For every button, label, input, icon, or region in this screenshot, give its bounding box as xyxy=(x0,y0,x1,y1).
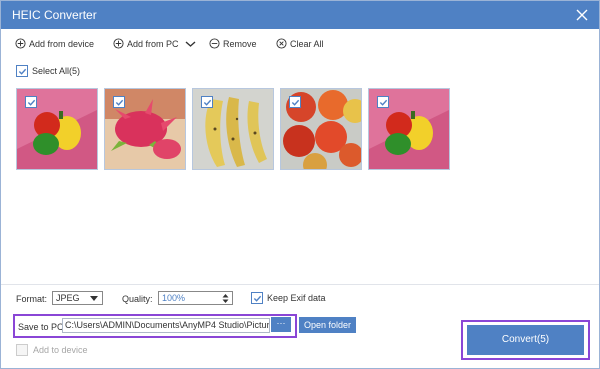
format-select[interactable]: JPEG xyxy=(52,291,103,305)
add-from-pc-button[interactable]: Add from PC xyxy=(113,38,196,49)
checkbox-checked-icon[interactable] xyxy=(289,96,301,108)
spin-arrows-icon[interactable] xyxy=(222,293,229,304)
add-to-device-label: Add to device xyxy=(33,345,88,355)
dropdown-arrow-icon xyxy=(90,296,98,301)
toolbar: Add from device Add from PC Remove Clear… xyxy=(1,29,599,57)
heic-converter-window: HEIC Converter Add from device Add from … xyxy=(0,0,600,369)
open-folder-button[interactable]: Open folder xyxy=(299,317,356,333)
add-from-device-label: Add from device xyxy=(29,38,95,49)
add-from-pc-label: Add from PC xyxy=(127,38,179,49)
close-icon[interactable] xyxy=(573,6,591,24)
browse-button[interactable]: ··· xyxy=(271,317,291,332)
checkbox-checked-icon[interactable] xyxy=(113,96,125,108)
quality-label: Quality: xyxy=(122,294,153,304)
plus-circle-icon xyxy=(15,38,26,49)
keep-exif-label: Keep Exif data xyxy=(267,293,326,303)
clear-all-button[interactable]: Clear All xyxy=(276,38,324,49)
checkbox-checked-icon[interactable] xyxy=(16,65,28,77)
thumbnail-item[interactable] xyxy=(192,88,274,170)
format-value: JPEG xyxy=(56,293,80,303)
select-all-checkbox[interactable]: Select All(5) xyxy=(16,65,80,77)
format-label: Format: xyxy=(16,294,48,304)
remove-button[interactable]: Remove xyxy=(209,38,257,49)
save-to-pc-label: Save to PC: xyxy=(18,322,67,332)
keep-exif-checkbox[interactable]: Keep Exif data xyxy=(251,292,326,304)
chevron-down-icon[interactable] xyxy=(185,40,196,48)
convert-button[interactable]: Convert(5) xyxy=(467,325,584,355)
minus-circle-icon xyxy=(209,38,220,49)
thumbnail-item[interactable] xyxy=(280,88,362,170)
thumbnail-grid xyxy=(16,88,450,170)
checkbox-checked-icon[interactable] xyxy=(201,96,213,108)
divider xyxy=(1,284,599,285)
checkbox-checked-icon[interactable] xyxy=(25,96,37,108)
remove-label: Remove xyxy=(223,38,257,49)
select-all-label: Select All(5) xyxy=(32,66,81,76)
title-bar: HEIC Converter xyxy=(1,1,599,29)
quality-stepper[interactable]: 100% xyxy=(158,291,233,305)
plus-circle-icon xyxy=(113,38,124,49)
add-to-device-checkbox[interactable]: Add to device xyxy=(16,344,88,356)
thumbnail-item[interactable] xyxy=(104,88,186,170)
add-from-device-button[interactable]: Add from device xyxy=(15,38,94,49)
quality-value: 100% xyxy=(162,293,186,303)
clear-circle-icon xyxy=(276,38,287,49)
window-title: HEIC Converter xyxy=(12,8,97,22)
checkbox-checked-icon[interactable] xyxy=(251,292,263,304)
thumbnail-item[interactable] xyxy=(368,88,450,170)
save-path-field[interactable]: C:\Users\ADMIN\Documents\AnyMP4 Studio\P… xyxy=(62,318,270,333)
clear-all-label: Clear All xyxy=(290,38,324,49)
thumbnail-item[interactable] xyxy=(16,88,98,170)
checkbox-unchecked-icon[interactable] xyxy=(16,344,28,356)
checkbox-checked-icon[interactable] xyxy=(377,96,389,108)
